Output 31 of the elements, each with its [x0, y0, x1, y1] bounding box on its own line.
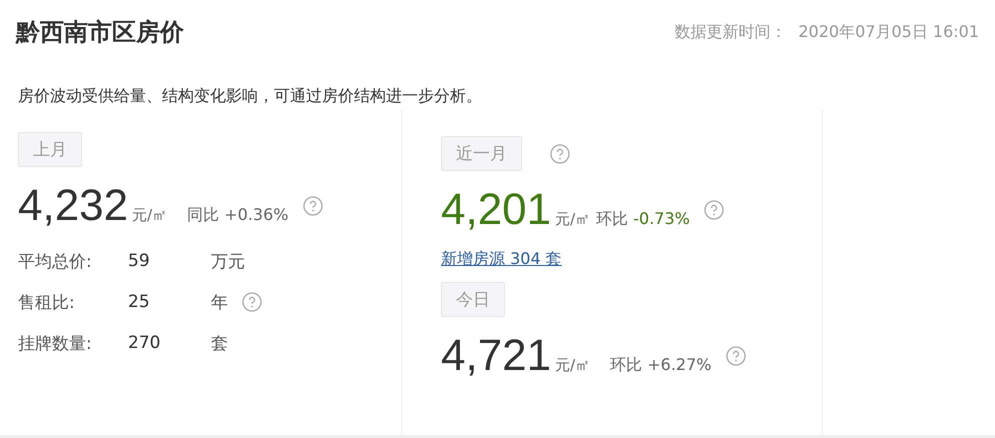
stat-value: 270: [128, 333, 162, 353]
price-unit: 元/㎡: [132, 206, 168, 225]
description: 房价波动受供给量、结构变化影响，可通过房价结构进一步分析。: [17, 85, 483, 106]
page-title: 黔西南市区房价: [16, 17, 184, 48]
price-unit: 元/㎡: [555, 210, 590, 229]
price-value: 4,721: [441, 331, 552, 381]
stat-label: 平均总价:: [18, 250, 93, 272]
stat-unit: 万元: [211, 250, 245, 272]
help-icon[interactable]: [550, 144, 570, 164]
period-tag: 上月: [18, 132, 82, 167]
price-unit: 元/㎡: [555, 356, 590, 375]
stat-label: 售租比:: [18, 292, 76, 314]
update-label: 数据更新时间：: [674, 22, 786, 42]
stat-unit: 年: [211, 292, 228, 314]
period-tag: 今日: [441, 282, 505, 317]
stat-unit: 套: [211, 332, 228, 354]
help-icon[interactable]: [242, 292, 262, 312]
help-icon[interactable]: [726, 346, 746, 366]
period-tag: 近一月: [441, 136, 522, 171]
help-icon[interactable]: [704, 200, 724, 220]
price-value: 4,232: [18, 181, 128, 231]
new-listings-link[interactable]: 新增房源 304 套: [441, 249, 562, 268]
change-text: 同比 +0.36%: [187, 205, 288, 226]
price-value: 4,201: [441, 185, 552, 235]
stat-value: 25: [128, 292, 151, 312]
stat-value: 59: [128, 251, 151, 271]
change-text: 环比 -0.73%: [596, 209, 690, 230]
change-text: 环比 +6.27%: [610, 355, 712, 376]
help-icon[interactable]: [302, 196, 322, 216]
stat-label: 挂牌数量:: [18, 332, 93, 354]
update-time: 2020年07月05日 16:01: [798, 22, 979, 42]
